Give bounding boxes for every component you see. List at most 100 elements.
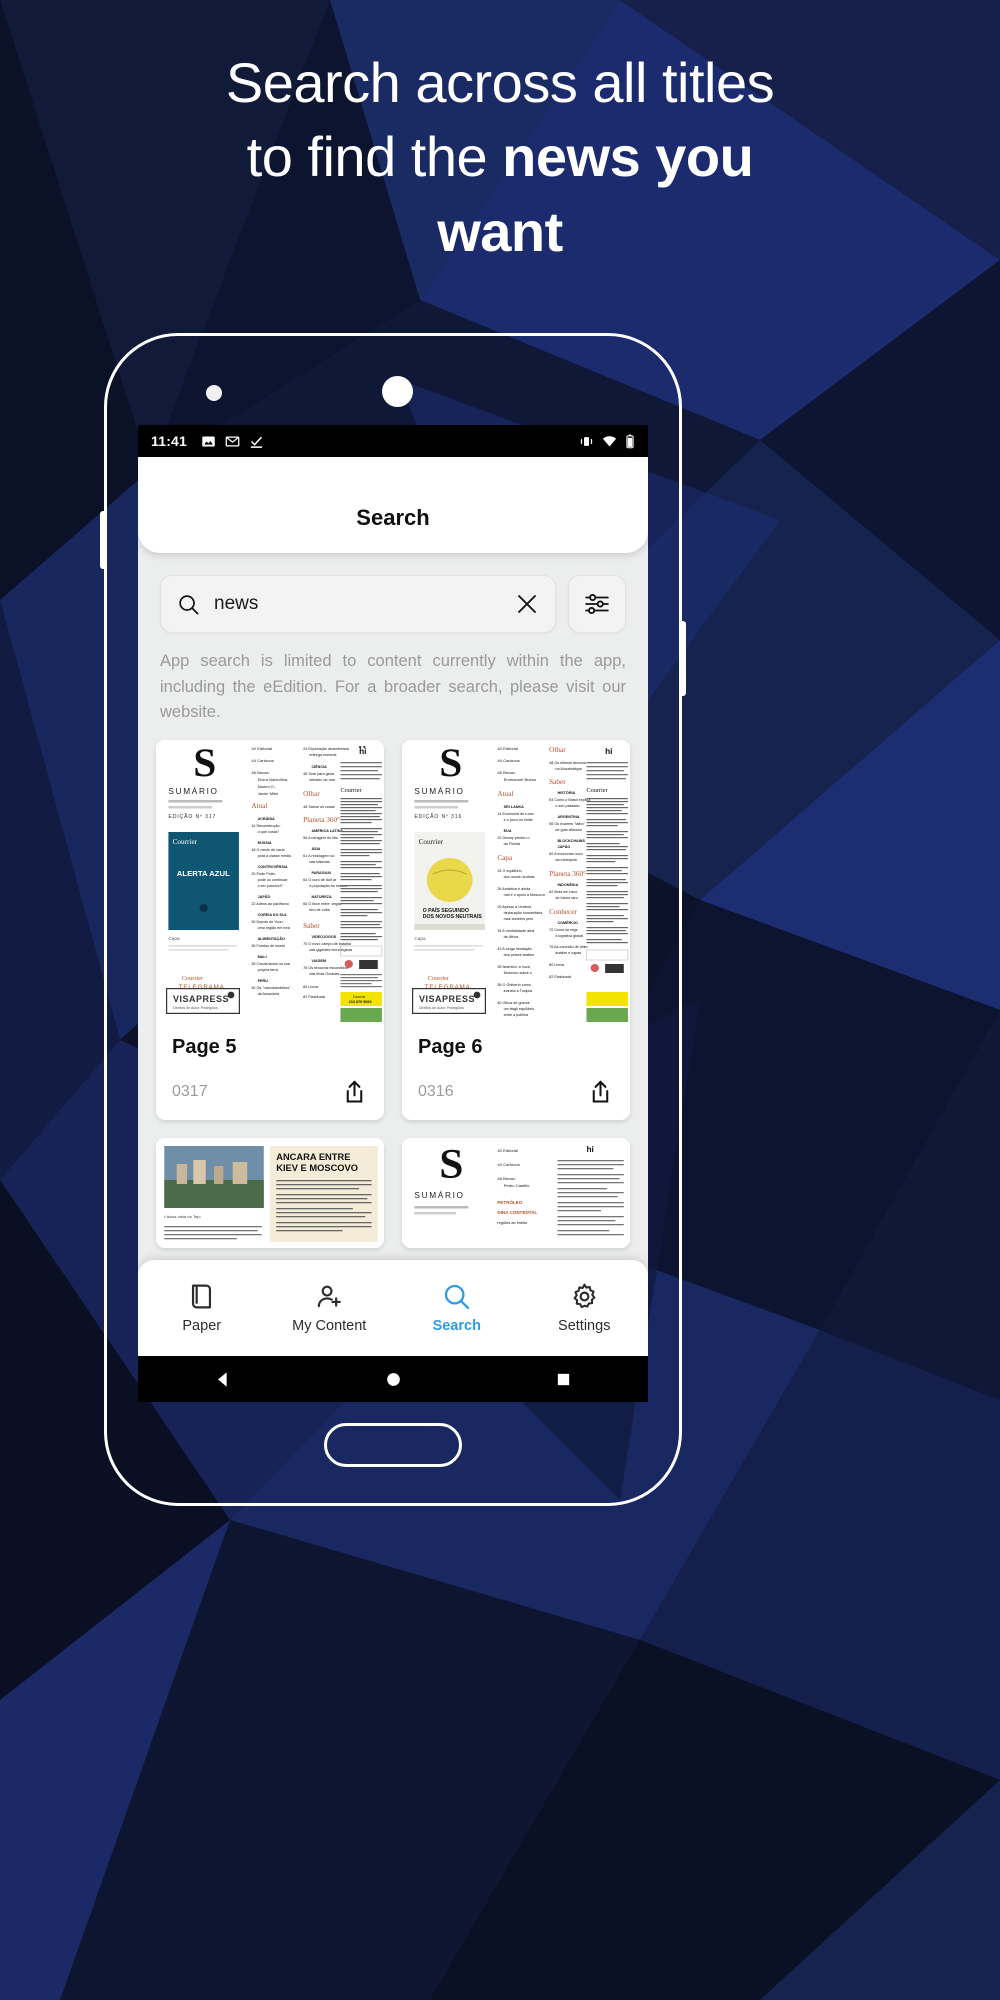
svg-text:hi: hi xyxy=(359,747,366,756)
svg-text:própria terra: própria terra xyxy=(258,968,279,972)
svg-text:76 Os tesouros escondidos: 76 Os tesouros escondidos xyxy=(303,966,348,970)
svg-text:das Ilhas Orcadas: das Ilhas Orcadas xyxy=(309,972,339,976)
svg-text:Courrier: Courrier xyxy=(419,838,444,846)
svg-text:regiões ao imbito: regiões ao imbito xyxy=(497,1221,527,1225)
svg-text:40 Editorial: 40 Editorial xyxy=(497,1148,518,1153)
paper-book-icon xyxy=(187,1282,216,1311)
search-icon xyxy=(177,593,200,616)
svg-text:76 As conexão de últim: 76 As conexão de últim xyxy=(549,945,587,949)
search-input[interactable]: news xyxy=(160,575,556,633)
vibrate-icon xyxy=(579,434,594,449)
svg-text:DOS NOVOS NEUTRAIS: DOS NOVOS NEUTRAIS xyxy=(423,914,483,920)
svg-text:Courrier: Courrier xyxy=(340,788,361,794)
filter-sliders-icon xyxy=(584,591,610,617)
svg-text:26 Antártica é ainda: 26 Antártica é ainda xyxy=(497,887,531,891)
home-button xyxy=(324,1423,462,1467)
svg-text:UCRÂNIA: UCRÂNIA xyxy=(258,816,276,821)
home-circle-icon[interactable] xyxy=(384,1370,403,1389)
share-icon[interactable] xyxy=(341,1079,368,1106)
svg-text:54 Como o Brasil explica: 54 Como o Brasil explica xyxy=(549,798,591,802)
svg-text:das baterias: das baterias xyxy=(309,860,329,864)
result-issue-number: 0317 xyxy=(172,1083,208,1101)
page-thumbnail[interactable]: S SUMÁRIO EDIÇÃO Nº 316 Courrier O PAÍS … xyxy=(402,739,630,1022)
svg-text:38 O Ghiberto como: 38 O Ghiberto como xyxy=(497,983,531,987)
result-card[interactable]: S SUMÁRIO EDIÇÃO Nº 317 Courrier ALERTA … xyxy=(156,739,384,1120)
svg-text:56 Os exames "talho": 56 Os exames "talho" xyxy=(549,822,585,826)
svg-text:para a classe média: para a classe média xyxy=(258,854,292,858)
svg-text:o seu passado: o seu passado xyxy=(555,804,579,808)
headline-line-2: to find the news you xyxy=(60,120,940,194)
svg-text:22 Adeus ao pacifismo: 22 Adeus ao pacifismo xyxy=(251,902,288,906)
recents-square-icon[interactable] xyxy=(555,1371,572,1388)
nav-label: Settings xyxy=(558,1318,611,1334)
nav-item-paper[interactable]: Paper xyxy=(138,1282,266,1334)
svg-text:Javier Milei: Javier Milei xyxy=(258,791,279,796)
svg-text:Direitos de Autor Protegidos: Direitos de Autor Protegidos xyxy=(419,1006,464,1010)
image-icon xyxy=(201,434,216,449)
nav-item-my-content[interactable]: My Content xyxy=(266,1282,394,1334)
svg-text:80 Livros: 80 Livros xyxy=(303,985,318,989)
svg-text:um frágil equilíbrio: um frágil equilíbrio xyxy=(504,1007,534,1011)
result-card[interactable]: S SUMÁRIO 40 Editorial 44 Cartoons 46 Bec… xyxy=(402,1137,630,1248)
svg-text:uma região em fora: uma região em fora xyxy=(258,926,291,930)
volume-button xyxy=(100,511,105,569)
svg-text:debaixo do mar: debaixo do mar xyxy=(309,778,335,782)
result-card[interactable]: Lisboa vista do Tejo ANCARA ENTRE KIEV E… xyxy=(156,1137,384,1248)
nav-label: Search xyxy=(432,1318,481,1334)
search-input-value[interactable]: news xyxy=(214,593,501,615)
svg-text:declaração humanitária: declaração humanitária xyxy=(504,911,544,915)
back-triangle-icon[interactable] xyxy=(214,1370,233,1389)
gmail-icon xyxy=(225,434,240,449)
status-bar-clock: 11:41 xyxy=(151,433,188,449)
svg-text:PETRÓLEO: PETRÓLEO xyxy=(497,1198,523,1205)
svg-text:213 870 5060: 213 870 5060 xyxy=(349,1000,372,1004)
svg-text:46 Soar para gerar: 46 Soar para gerar xyxy=(303,772,335,776)
svg-text:BLOCKCHAINS: BLOCKCHAINS xyxy=(557,839,585,843)
svg-text:a logística global: a logística global xyxy=(555,934,583,938)
phone-screen: 11:41 Search news App search is limited … xyxy=(138,425,648,1402)
svg-text:36 Fundos de inseto: 36 Fundos de inseto xyxy=(251,944,285,948)
svg-text:da Flórida: da Flórida xyxy=(504,842,522,846)
svg-text:Capa: Capa xyxy=(168,936,180,941)
svg-text:S: S xyxy=(439,740,462,784)
svg-text:análise e capas: análise e capas xyxy=(555,951,581,955)
svg-text:O PAÍS SEGUINDO: O PAÍS SEGUINDO xyxy=(423,906,469,914)
svg-text:JAPÃO: JAPÃO xyxy=(557,844,570,849)
svg-text:o ser possível?: o ser possível? xyxy=(258,884,283,888)
svg-text:14 Economia de rumo: 14 Economia de rumo xyxy=(497,812,533,816)
svg-text:48 Os últimos decoros: 48 Os últimos decoros xyxy=(549,761,586,765)
nav-item-search[interactable]: Search xyxy=(393,1282,521,1334)
svg-text:SRI LANKA: SRI LANKA xyxy=(504,805,525,809)
share-icon[interactable] xyxy=(587,1079,614,1106)
page-thumbnail[interactable]: S SUMÁRIO 40 Editorial 44 Cartoons 46 Bec… xyxy=(402,1137,630,1248)
close-icon[interactable] xyxy=(515,592,539,616)
svg-text:hi: hi xyxy=(605,747,612,756)
wifi-icon xyxy=(602,434,617,449)
svg-text:tem de volta: tem de volta xyxy=(309,908,330,912)
svg-text:das gigantes tecnológicas: das gigantes tecnológicas xyxy=(309,948,352,952)
svg-text:dos países árabes: dos países árabes xyxy=(504,953,535,957)
svg-text:20 Pode Putin,: 20 Pode Putin, xyxy=(251,872,275,876)
result-issue-number: 0316 xyxy=(418,1083,454,1101)
page-thumbnail[interactable]: S SUMÁRIO EDIÇÃO Nº 317 Courrier ALERTA … xyxy=(156,739,384,1022)
svg-text:Courrier: Courrier xyxy=(586,788,607,794)
svg-text:44 Cartoons: 44 Cartoons xyxy=(497,1162,520,1167)
svg-text:de futuro raro: de futuro raro xyxy=(555,896,577,900)
task-check-icon xyxy=(249,434,264,449)
filter-button[interactable] xyxy=(568,575,626,633)
svg-text:24 Exploração desenfreada: 24 Exploração desenfreada xyxy=(303,747,349,751)
svg-text:46 Becas:: 46 Becas: xyxy=(497,1176,515,1181)
svg-text:PARAGUAI: PARAGUAI xyxy=(311,871,331,875)
page-thumbnail[interactable]: Lisboa vista do Tejo ANCARA ENTRE KIEV E… xyxy=(156,1137,384,1248)
nav-item-settings[interactable]: Settings xyxy=(521,1282,649,1334)
svg-text:CONTROVÉRSIA: CONTROVÉRSIA xyxy=(258,864,288,869)
svg-text:inanela a Turquia: inanela a Turquia xyxy=(504,989,534,993)
svg-text:Saber: Saber xyxy=(303,922,320,930)
svg-text:COMÉRCIO: COMÉRCIO xyxy=(557,920,578,925)
svg-text:Capa: Capa xyxy=(414,936,426,941)
result-card[interactable]: S SUMÁRIO EDIÇÃO Nº 316 Courrier O PAÍS … xyxy=(402,739,630,1120)
svg-text:Courrier: Courrier xyxy=(428,976,449,982)
svg-text:62 Ilhas em risco: 62 Ilhas em risco xyxy=(549,890,577,894)
svg-text:CIÊNCIA: CIÊNCIA xyxy=(311,764,327,769)
svg-text:pode ou continuar: pode ou continuar xyxy=(258,878,289,882)
